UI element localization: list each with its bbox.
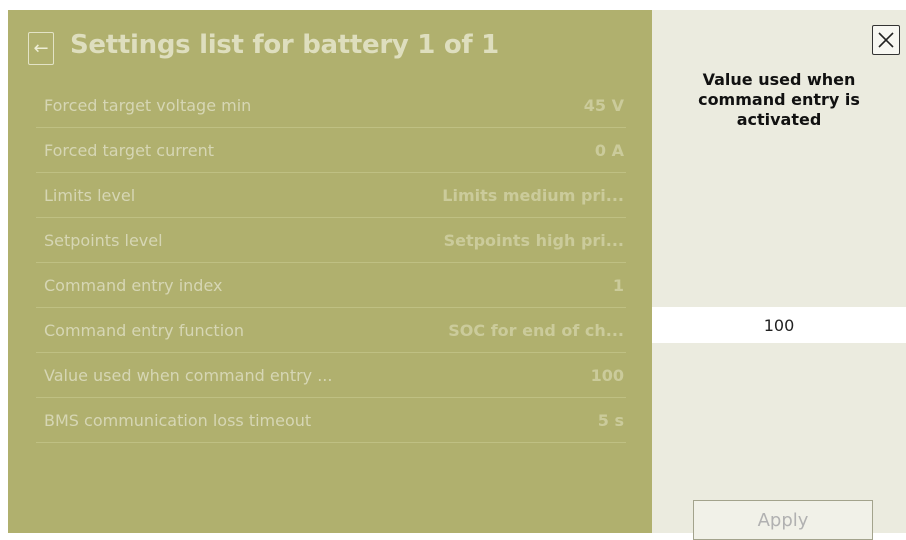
close-button[interactable]	[872, 25, 900, 55]
setting-label: Setpoints level	[44, 231, 163, 250]
setting-label: Forced target current	[44, 141, 214, 160]
setting-label: Value used when command entry ...	[44, 366, 333, 385]
setting-value: SOC for end of ch...	[448, 321, 624, 340]
edit-value-panel: Value used when command entry is activat…	[652, 10, 906, 540]
setting-value: Setpoints high pri...	[443, 231, 624, 250]
settings-list: Forced target voltage min 45 V Forced ta…	[36, 96, 626, 443]
settings-row[interactable]: Command entry index 1	[36, 263, 626, 308]
settings-row[interactable]: Limits level Limits medium pri...	[36, 173, 626, 218]
arrow-left-icon: ←	[33, 37, 49, 59]
setting-label: Command entry function	[44, 321, 245, 340]
setting-value: 100	[590, 366, 624, 385]
page-title: Settings list for battery 1 of 1	[70, 30, 499, 60]
setting-value: 45 V	[583, 96, 624, 115]
setting-value: 0 A	[594, 141, 624, 160]
setting-label: Limits level	[44, 186, 136, 205]
close-icon	[878, 32, 894, 48]
panel-title: Value used when command entry is activat…	[698, 70, 860, 129]
setting-label: Forced target voltage min	[44, 96, 252, 115]
settings-row[interactable]: Forced target current 0 A	[36, 128, 626, 173]
back-button[interactable]: ←	[28, 32, 54, 65]
setting-label: BMS communication loss timeout	[44, 411, 312, 430]
settings-list-screen: ← Settings list for battery 1 of 1 Force…	[8, 10, 652, 533]
settings-row[interactable]: BMS communication loss timeout 5 s	[36, 398, 626, 443]
setting-label: Command entry index	[44, 276, 223, 295]
settings-row[interactable]: Command entry function SOC for end of ch…	[36, 308, 626, 353]
apply-button[interactable]: Apply	[693, 500, 873, 540]
settings-row[interactable]: Value used when command entry ... 100	[36, 353, 626, 398]
setting-value: 5 s	[597, 411, 624, 430]
value-input[interactable]	[652, 307, 906, 343]
settings-row[interactable]: Setpoints level Setpoints high pri...	[36, 218, 626, 263]
settings-row[interactable]: Forced target voltage min 45 V	[36, 96, 626, 128]
setting-value: 1	[612, 276, 624, 295]
setting-value: Limits medium pri...	[442, 186, 624, 205]
